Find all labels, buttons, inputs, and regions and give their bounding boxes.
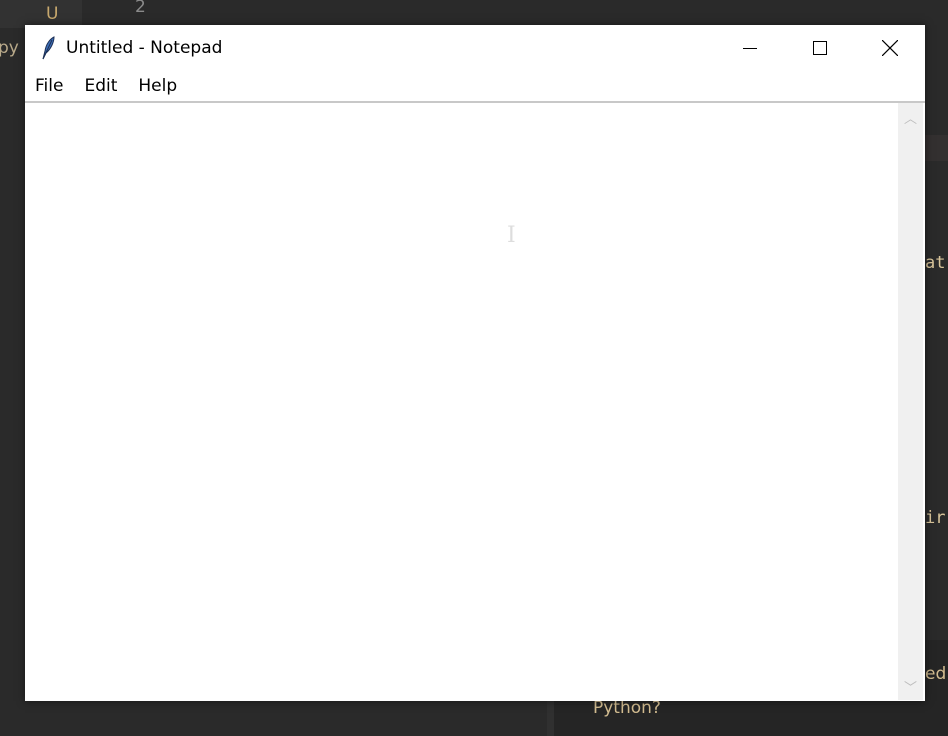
menu-help[interactable]: Help <box>138 76 177 96</box>
close-icon <box>882 39 898 56</box>
scroll-down-icon[interactable]: ﹀ <box>898 676 923 696</box>
menu-bar: File Edit Help <box>25 70 925 101</box>
menu-file[interactable]: File <box>35 76 63 96</box>
title-bar[interactable]: Untitled - Notepad <box>25 25 925 70</box>
background-code-fragment: at <box>925 253 946 273</box>
text-area[interactable] <box>26 103 898 700</box>
background-tab: U <box>0 0 82 28</box>
feather-icon <box>42 35 55 59</box>
background-text-fragment: py <box>0 38 19 58</box>
text-cursor-icon: I <box>507 223 516 248</box>
maximize-button[interactable] <box>785 25 855 70</box>
notepad-window: Untitled - Notepad File Edit Help I ︿ ﹀ <box>25 25 925 701</box>
minimize-icon <box>743 47 757 49</box>
minimize-button[interactable] <box>715 25 785 70</box>
background-text-fragment: ed <box>925 664 947 684</box>
vertical-scrollbar[interactable]: ︿ ﹀ <box>898 103 923 700</box>
scroll-up-icon[interactable]: ︿ <box>898 107 923 127</box>
close-button[interactable] <box>855 25 925 70</box>
menu-edit[interactable]: Edit <box>84 76 117 96</box>
maximize-icon <box>813 40 827 55</box>
background-line-number: 2 <box>135 0 146 17</box>
background-panel-text: Python? <box>593 698 661 718</box>
background-code-fragment: ir <box>925 508 946 528</box>
background-line-highlight <box>925 135 948 161</box>
background-tab-letter: U <box>46 4 59 24</box>
window-title: Untitled - Notepad <box>66 37 223 58</box>
